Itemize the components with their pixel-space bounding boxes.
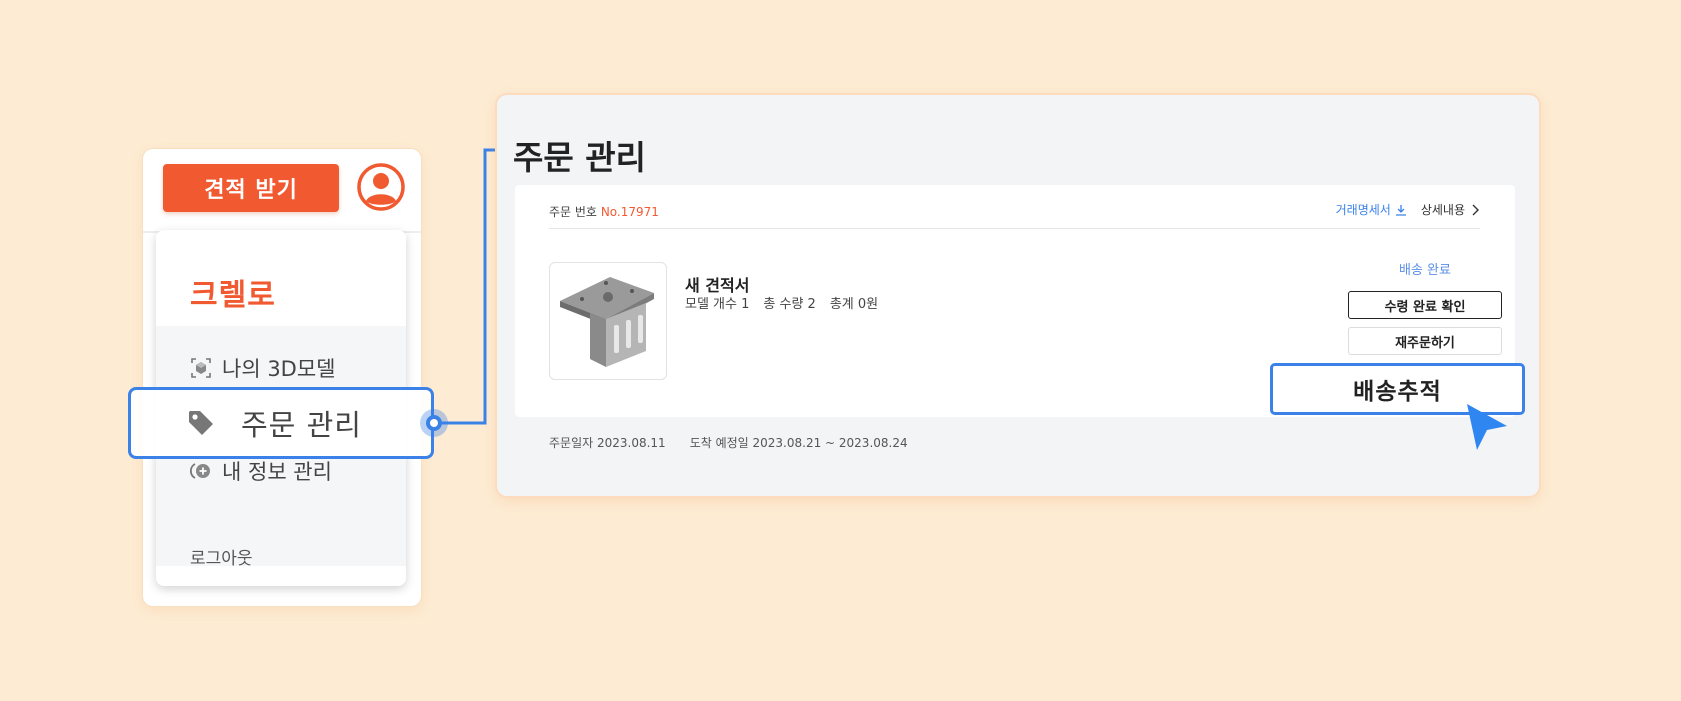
- menu-item-order-management[interactable]: 주문 관리: [128, 387, 434, 459]
- brand-name: 크렐로: [190, 278, 276, 313]
- divider: [549, 228, 1480, 229]
- order-number: 주문 번호 No.17971: [549, 205, 659, 219]
- invoice-link[interactable]: 거래명세서: [1336, 201, 1407, 218]
- page-title: 주문 관리: [513, 138, 646, 177]
- chevron-right-icon: [1472, 204, 1479, 215]
- order-management-panel: 주문 관리 주문 번호 No.17971 거래명세서 상세내용 새 견적서 모델…: [497, 95, 1539, 496]
- detail-link[interactable]: 상세내용: [1421, 201, 1479, 218]
- download-icon: [1395, 204, 1406, 216]
- tag-icon: [189, 411, 213, 435]
- model-thumbnail[interactable]: [549, 262, 667, 380]
- order-dates: 주문일자 2023.08.11 도착 예정일 2023.08.21 ~ 2023…: [549, 434, 908, 451]
- profile-icon[interactable]: [356, 162, 406, 212]
- logout-link[interactable]: 로그아웃: [190, 544, 253, 569]
- mouse-cursor-icon: [1467, 404, 1507, 450]
- menu-item-label: 나의 3D모델: [222, 357, 336, 381]
- arrival-date: 도착 예정일 2023.08.21 ~ 2023.08.24: [689, 436, 908, 450]
- menu-card: 견적 받기 크렐로 나의 3D모델 내 정보 관리 로그아웃: [143, 149, 421, 606]
- order-date: 주문일자 2023.08.11: [549, 436, 666, 450]
- confirm-receipt-button[interactable]: 수령 완료 확인: [1348, 291, 1502, 319]
- reorder-button[interactable]: 재주문하기: [1348, 327, 1502, 355]
- order-number-value: No.17971: [600, 205, 659, 219]
- menu-item-label: 내 정보 관리: [222, 460, 332, 484]
- shipping-status: 배송 완료: [1399, 263, 1451, 278]
- quote-meta: 모델 개수 1 총 수량 2 총계 0원: [685, 297, 879, 312]
- menu-item-my-info[interactable]: 내 정보 관리: [190, 456, 332, 486]
- menu-item-label: 주문 관리: [241, 408, 362, 442]
- get-quote-button[interactable]: 견적 받기: [163, 164, 339, 212]
- menu-item-my-3d-models[interactable]: 나의 3D모델: [190, 353, 336, 383]
- cube-scan-icon: [191, 358, 211, 378]
- user-plus-icon: [190, 463, 210, 479]
- bracket-model-image: [560, 277, 654, 367]
